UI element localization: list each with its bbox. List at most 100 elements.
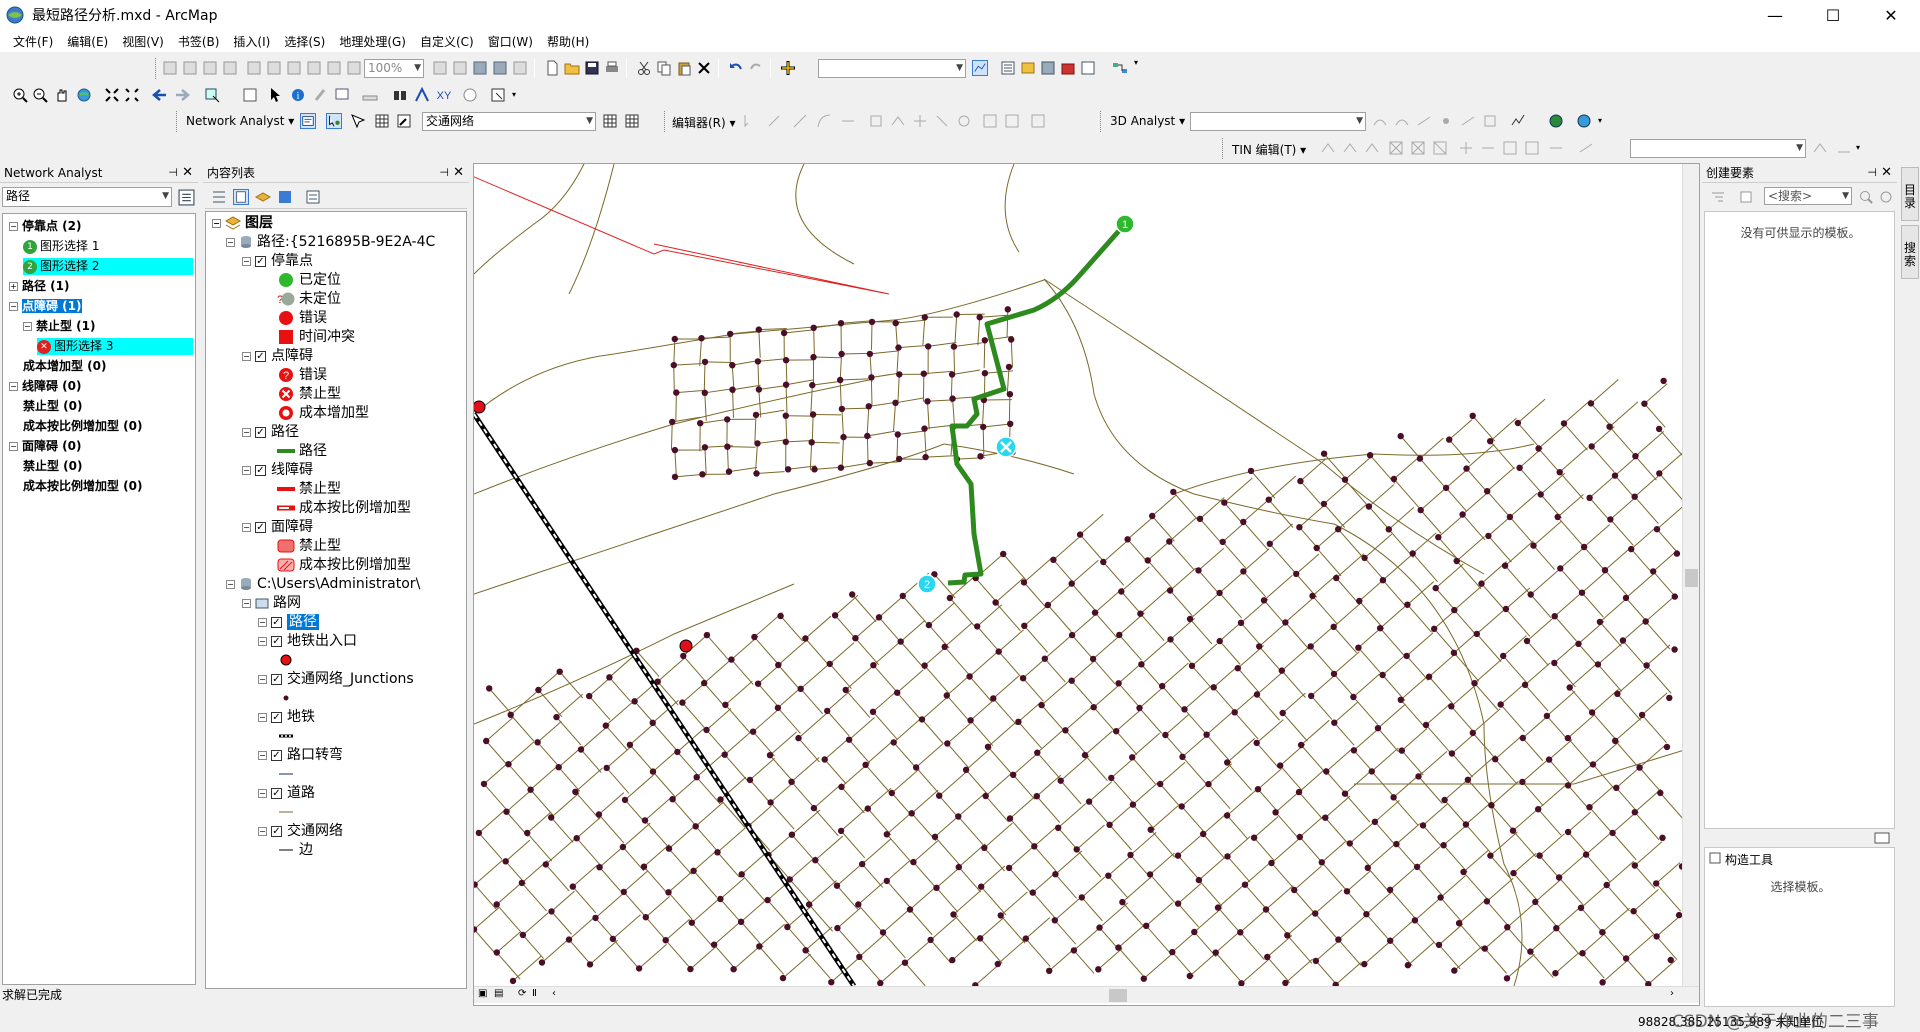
toc-layer[interactable]: −✓面障碍 [242, 518, 313, 537]
new-document-icon[interactable] [544, 60, 560, 76]
go-back-extent-icon[interactable] [222, 60, 238, 76]
toc-layer[interactable]: −✓地铁 [258, 708, 315, 727]
menu-view[interactable]: 视图(V) [115, 33, 171, 50]
toc-window-icon[interactable] [1000, 60, 1016, 76]
pin-icon[interactable]: ⊣ [1867, 163, 1877, 183]
collapse-icon[interactable]: − [242, 352, 251, 361]
collapse-icon[interactable]: − [258, 751, 267, 760]
close-button[interactable]: ✕ [1862, 0, 1920, 30]
sketch-properties-icon[interactable] [1004, 113, 1020, 129]
search-side-tab[interactable]: 搜索 [1901, 225, 1919, 279]
add-data-icon[interactable] [780, 60, 796, 76]
collapse-icon[interactable]: − [242, 523, 251, 532]
toc-group[interactable]: −路网 [242, 594, 301, 613]
cut-polygons-icon[interactable] [912, 113, 928, 129]
menu-customize[interactable]: 自定义(C) [413, 33, 481, 50]
map-canvas[interactable]: 12 [474, 164, 1700, 986]
collapse-icon[interactable]: − [258, 713, 267, 722]
page-zoom-out-icon[interactable] [266, 60, 282, 76]
na-properties-icon[interactable] [178, 189, 195, 206]
network-dataset-combo[interactable]: 交通网络▼ [422, 112, 596, 131]
clear-selection-icon[interactable] [242, 87, 258, 103]
na-tree-item[interactable]: −点障碍 (1) [9, 298, 82, 315]
focus-frame-icon[interactable] [452, 60, 468, 76]
close-icon[interactable]: ✕ [182, 163, 193, 183]
cut-icon[interactable] [636, 60, 652, 76]
3d-analyst-menu[interactable]: 3D Analyst ▾ [1110, 114, 1185, 128]
layer-visibility-checkbox[interactable]: ✓ [271, 826, 282, 837]
interpolate-line-icon[interactable] [1460, 113, 1476, 129]
previous-extent-icon[interactable] [152, 87, 168, 103]
go-to-xy-icon[interactable]: XY [436, 87, 452, 103]
na-tree-item[interactable]: −线障碍 (0) [9, 378, 82, 395]
tin-edit-icon-2[interactable] [1524, 140, 1540, 156]
na-tree-item[interactable]: 禁止型 (0) [23, 398, 83, 415]
list-by-selection-icon[interactable] [277, 189, 293, 205]
toc-layer[interactable]: −✓道路 [258, 784, 315, 803]
toc-layer[interactable]: −✓路口转弯 [258, 746, 343, 765]
toolbar-grip[interactable] [1100, 111, 1104, 132]
layer-visibility-checkbox[interactable]: ✓ [255, 465, 266, 476]
refresh-icon[interactable]: ⟳ [518, 988, 526, 999]
profile-graph-icon[interactable] [1510, 113, 1526, 129]
collapse-icon[interactable]: − [242, 466, 251, 475]
collapse-icon[interactable]: − [9, 302, 18, 311]
toc-group[interactable]: −路径:{5216895B-9E2A-4C [226, 233, 435, 252]
open-folder-icon[interactable] [564, 60, 580, 76]
html-popup-icon[interactable] [334, 87, 350, 103]
select-elements-icon[interactable] [268, 87, 284, 103]
undo-icon[interactable] [728, 60, 744, 76]
catalog-side-tab[interactable]: 目录 [1901, 167, 1919, 221]
map-vertical-scrollbar[interactable] [1682, 164, 1699, 986]
zoom-in-icon[interactable] [12, 87, 28, 103]
menu-help[interactable]: 帮助(H) [540, 33, 596, 50]
na-tree-item[interactable]: 成本按比例增加型 (0) [23, 478, 143, 495]
list-by-drawing-order-icon[interactable] [211, 189, 227, 205]
toolbar-grip[interactable] [664, 111, 668, 132]
fixed-zoom-out-arrows-icon[interactable] [124, 87, 140, 103]
na-tree-item[interactable]: 禁止型 (0) [23, 458, 83, 475]
page-prev-icon[interactable] [346, 60, 362, 76]
interpolate-point-icon[interactable] [1438, 113, 1454, 129]
na-tree-item[interactable]: +路径 (1) [9, 278, 70, 295]
menu-file[interactable]: 文件(F) [6, 33, 60, 50]
arctoolbox-icon[interactable] [1060, 60, 1076, 76]
tin-layer-combo[interactable]: ▼ [1630, 139, 1806, 158]
tin-property-icon[interactable] [1812, 140, 1828, 156]
template-search-combo[interactable]: <搜索>▼ [1764, 187, 1852, 205]
save-icon[interactable] [584, 60, 600, 76]
menu-selection[interactable]: 选择(S) [277, 33, 332, 50]
solve-grid-icon[interactable] [374, 113, 390, 129]
toggle-draft-icon[interactable] [432, 60, 448, 76]
reshape-icon[interactable] [890, 113, 906, 129]
line-of-sight-icon[interactable] [1416, 113, 1432, 129]
collapse-icon[interactable]: − [23, 322, 32, 331]
data-driven-pages-icon[interactable] [492, 60, 508, 76]
layer-visibility-checkbox[interactable]: ✓ [271, 617, 282, 628]
collapse-icon[interactable]: − [212, 219, 221, 228]
time-slider-icon[interactable] [462, 87, 478, 103]
change-layout-icon[interactable] [472, 60, 488, 76]
print-icon[interactable] [604, 60, 620, 76]
network-analyst-menu[interactable]: Network Analyst ▾ [186, 114, 294, 128]
network-analyst-window-icon[interactable] [300, 113, 316, 129]
layer-visibility-checkbox[interactable]: ✓ [255, 427, 266, 438]
na-layer-select[interactable]: 路径▼ [2, 187, 172, 207]
editor-menu[interactable]: 编辑器(R) ▾ [672, 114, 736, 131]
toc-layer[interactable]: −✓点障碍 [242, 347, 313, 366]
fixed-zoom-in-arrows-icon[interactable] [104, 87, 120, 103]
tin-edit-icon-4[interactable] [1578, 140, 1594, 156]
zoom-out-icon[interactable] [32, 87, 48, 103]
collapse-icon[interactable]: − [258, 827, 267, 836]
collapse-icon[interactable]: − [9, 222, 18, 231]
search-icon[interactable] [1858, 189, 1874, 205]
identify-icon[interactable]: i [290, 87, 306, 103]
straight-segment-icon[interactable] [792, 113, 808, 129]
3d-layer-combo[interactable]: ▼ [1190, 112, 1366, 131]
clear-search-icon[interactable] [1878, 189, 1894, 205]
delete-icon[interactable] [696, 60, 712, 76]
na-tree-item[interactable]: 成本增加型 (0) [23, 358, 107, 375]
map-scale-combo[interactable]: ▼ [818, 59, 966, 78]
fixed-zoom-out-icon[interactable] [202, 60, 218, 76]
menu-insert[interactable]: 插入(I) [226, 33, 277, 50]
